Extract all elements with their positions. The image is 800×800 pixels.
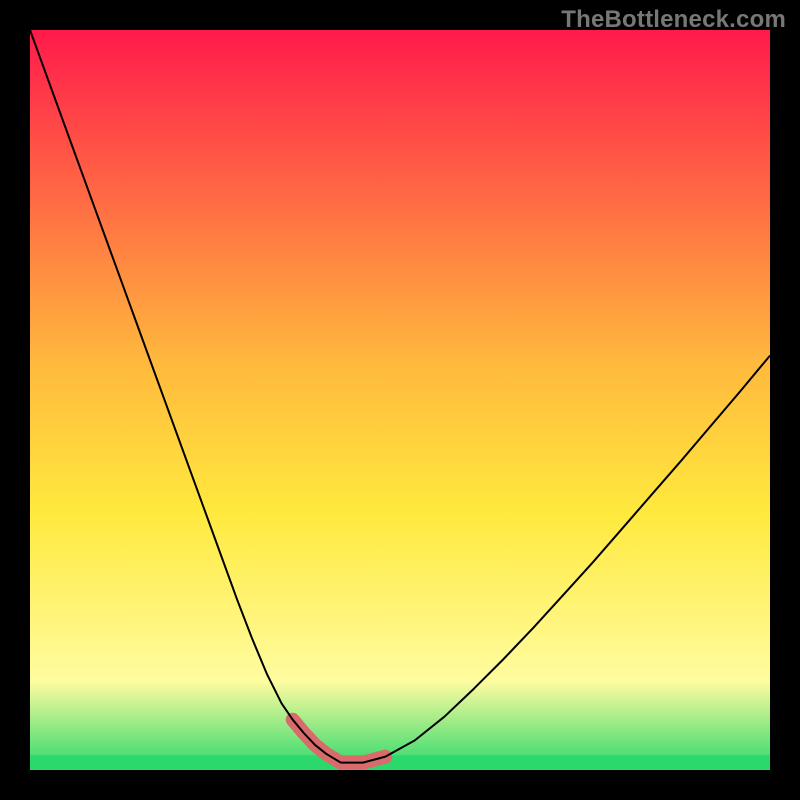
chart-background bbox=[30, 30, 770, 770]
bottleneck-chart bbox=[30, 30, 770, 770]
chart-frame: TheBottleneck.com bbox=[0, 0, 800, 800]
good-zone-band bbox=[30, 755, 770, 770]
